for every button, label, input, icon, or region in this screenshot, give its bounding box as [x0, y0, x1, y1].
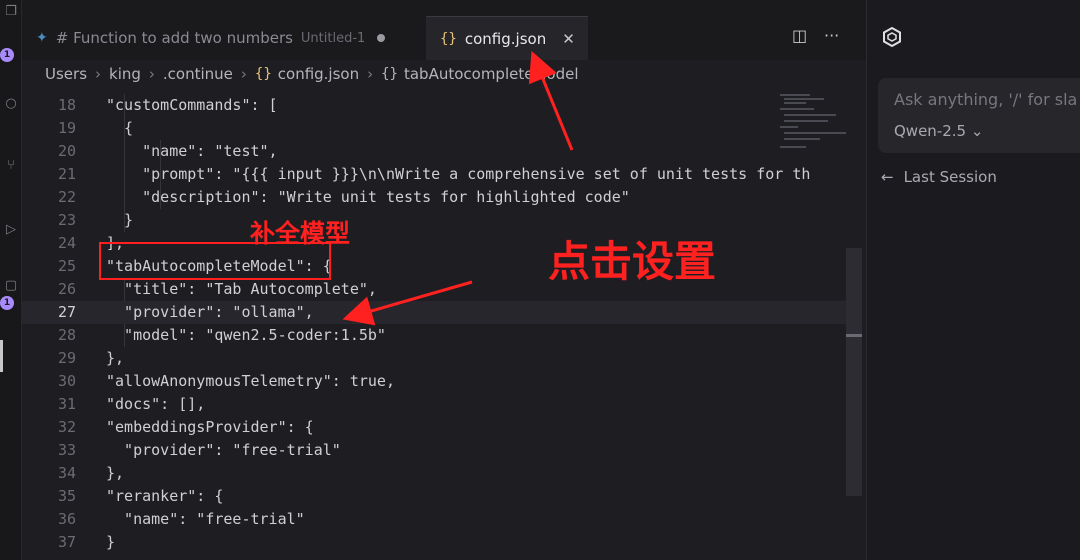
- arrow-left-icon: ←: [881, 168, 894, 186]
- chat-placeholder: Ask anything, '/' for sla: [894, 90, 1078, 109]
- arrow-to-config-tab: [528, 50, 574, 151]
- arrow-to-provider: [342, 280, 473, 326]
- chat-input[interactable]: Ask anything, '/' for sla Qwen-2.5 ⌄: [878, 78, 1080, 153]
- continue-logo-icon[interactable]: [881, 26, 903, 48]
- chat-panel: Ask anything, '/' for sla Qwen-2.5 ⌄ ← La…: [866, 0, 1080, 560]
- last-session-label: Last Session: [903, 168, 997, 186]
- last-session-link[interactable]: ← Last Session: [881, 168, 997, 186]
- model-selector[interactable]: Qwen-2.5 ⌄: [894, 122, 983, 140]
